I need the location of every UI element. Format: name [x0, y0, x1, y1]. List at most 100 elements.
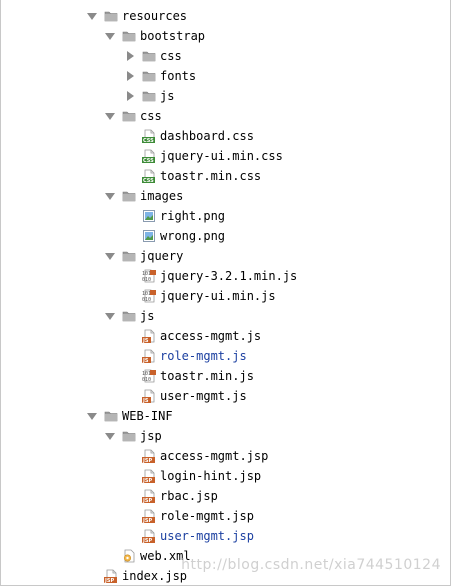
css-file-icon: CSS — [142, 149, 156, 164]
tree-item-css[interactable]: css — [104, 106, 162, 126]
svg-text:JSP: JSP — [142, 538, 152, 543]
folder-icon — [142, 89, 156, 103]
tree-item-login-hint-jsp[interactable]: JSP login-hint.jsp — [124, 466, 261, 486]
tree-item-bootstrap-fonts[interactable]: fonts — [124, 66, 196, 86]
collapsed-arrow-icon[interactable] — [124, 70, 136, 82]
svg-text:JS: JS — [142, 338, 149, 343]
svg-text:JSP: JSP — [142, 478, 152, 483]
tree-item-label: css — [140, 109, 162, 123]
svg-text:JSP: JSP — [142, 458, 152, 463]
tree-item-label: jquery-ui.min.js — [160, 289, 276, 303]
tree-item-user-mgmt-jsp[interactable]: JSP user-mgmt.jsp — [124, 526, 254, 546]
tree-item-dashboard-css[interactable]: CSS dashboard.css — [124, 126, 254, 146]
expanded-arrow-icon[interactable] — [104, 250, 116, 262]
tree-item-label: jquery-3.2.1.min.js — [160, 269, 298, 283]
tree-item-label: jsp — [140, 429, 162, 443]
folder-icon — [122, 429, 136, 443]
tree-item-toastr-min-js[interactable]: 101 010 toastr.min.js — [124, 366, 254, 386]
collapsed-arrow-icon[interactable] — [124, 90, 136, 102]
tree-item-label: index.jsp — [122, 569, 188, 583]
tree-item-label: images — [140, 189, 184, 203]
js-file-icon: JS — [142, 389, 156, 404]
tree-item-js[interactable]: js — [104, 306, 154, 326]
tree-item-label: jquery — [140, 249, 184, 263]
svg-text:JS: JS — [142, 398, 149, 403]
folder-icon — [122, 249, 136, 263]
expanded-arrow-icon[interactable] — [104, 310, 116, 322]
tree-item-label: resources — [122, 9, 188, 23]
tree-item-wrong-png[interactable]: wrong.png — [124, 226, 225, 246]
tree-item-role-mgmt-jsp[interactable]: JSP role-mgmt.jsp — [124, 506, 254, 526]
collapsed-arrow-icon[interactable] — [124, 50, 136, 62]
tree-item-bootstrap-css[interactable]: css — [124, 46, 182, 66]
svg-text:JSP: JSP — [142, 498, 152, 503]
tree-item-label: access-mgmt.js — [160, 329, 262, 343]
svg-text:JSP: JSP — [104, 578, 114, 583]
expanded-arrow-icon[interactable] — [86, 10, 98, 22]
tree-item-user-mgmt-js[interactable]: JS user-mgmt.js — [124, 386, 247, 406]
image-file-icon — [142, 209, 156, 223]
tree-item-access-mgmt-js[interactable]: JS access-mgmt.js — [124, 326, 261, 346]
tree-item-jquery-min-js[interactable]: 101 010 jquery-3.2.1.min.js — [124, 266, 297, 286]
minified-js-file-icon: 101 010 — [142, 369, 156, 383]
tree-item-rbac-jsp[interactable]: JSP rbac.jsp — [124, 486, 218, 506]
svg-text:010: 010 — [142, 377, 151, 383]
tree-item-jquery-ui-min-js[interactable]: 101 010 jquery-ui.min.js — [124, 286, 276, 306]
css-file-icon: CSS — [142, 169, 156, 184]
expanded-arrow-icon[interactable] — [104, 110, 116, 122]
tree-item-right-png[interactable]: right.png — [124, 206, 225, 226]
tree-item-label: toastr.min.css — [160, 169, 262, 183]
tree-item-label: jquery-ui.min.css — [160, 149, 283, 163]
xml-file-icon — [122, 549, 136, 563]
tree-item-jquery-ui-min-css[interactable]: CSS jquery-ui.min.css — [124, 146, 283, 166]
tree-item-label: fonts — [160, 69, 197, 83]
image-file-icon — [142, 229, 156, 243]
tree-item-label: rbac.jsp — [160, 489, 218, 503]
tree-item-label: login-hint.jsp — [160, 469, 262, 483]
tree-item-bootstrap[interactable]: bootstrap — [104, 26, 205, 46]
svg-text:JSP: JSP — [142, 518, 152, 523]
svg-text:010: 010 — [142, 277, 151, 283]
tree-item-web-xml[interactable]: web.xml — [104, 546, 191, 566]
expanded-arrow-icon[interactable] — [104, 30, 116, 42]
expanded-arrow-icon[interactable] — [104, 190, 116, 202]
tree-item-images[interactable]: images — [104, 186, 183, 206]
jsp-file-icon: JSP — [142, 449, 156, 464]
tree-item-role-mgmt-js[interactable]: JS role-mgmt.js — [124, 346, 247, 366]
js-file-icon: JS — [142, 349, 156, 364]
expanded-arrow-icon[interactable] — [86, 410, 98, 422]
tree-item-jquery[interactable]: jquery — [104, 246, 183, 266]
tree-item-label: right.png — [160, 209, 226, 223]
minified-js-file-icon: 101 010 — [142, 289, 156, 303]
tree-item-label: wrong.png — [160, 229, 226, 243]
svg-text:JS: JS — [142, 358, 149, 363]
tree-item-label: access-mgmt.jsp — [160, 449, 269, 463]
tree-item-label: css — [160, 49, 182, 63]
tree-item-label: user-mgmt.jsp — [160, 529, 254, 543]
tree-item-label: toastr.min.js — [160, 369, 254, 383]
folder-icon — [122, 109, 136, 123]
watermark: http://blog.csdn.net/xia744510124 — [181, 557, 441, 573]
tree-item-toastr-min-css[interactable]: CSS toastr.min.css — [124, 166, 261, 186]
folder-icon — [104, 9, 118, 23]
tree-item-label: role-mgmt.jsp — [160, 509, 254, 523]
jsp-file-icon: JSP — [142, 469, 156, 484]
folder-icon — [142, 69, 156, 83]
jsp-file-icon: JSP — [142, 489, 156, 504]
minified-js-file-icon: 101 010 — [142, 269, 156, 283]
tree-item-jsp[interactable]: jsp — [104, 426, 162, 446]
expanded-arrow-icon[interactable] — [104, 430, 116, 442]
tree-item-label: role-mgmt.js — [160, 349, 247, 363]
folder-icon — [142, 49, 156, 63]
tree-item-index-jsp[interactable]: JSP index.jsp — [86, 566, 187, 586]
tree-item-access-mgmt-jsp[interactable]: JSP access-mgmt.jsp — [124, 446, 268, 466]
tree-item-label: bootstrap — [140, 29, 206, 43]
svg-text:010: 010 — [142, 297, 151, 303]
tree-item-resources[interactable]: resources — [86, 6, 187, 26]
svg-text:CSS: CSS — [143, 138, 154, 143]
tree-item-bootstrap-js[interactable]: js — [124, 86, 174, 106]
tree-item-web-inf[interactable]: WEB-INF — [86, 406, 173, 426]
tree-item-label: WEB-INF — [122, 409, 173, 423]
tree-item-label: user-mgmt.js — [160, 389, 247, 403]
css-file-icon: CSS — [142, 129, 156, 144]
